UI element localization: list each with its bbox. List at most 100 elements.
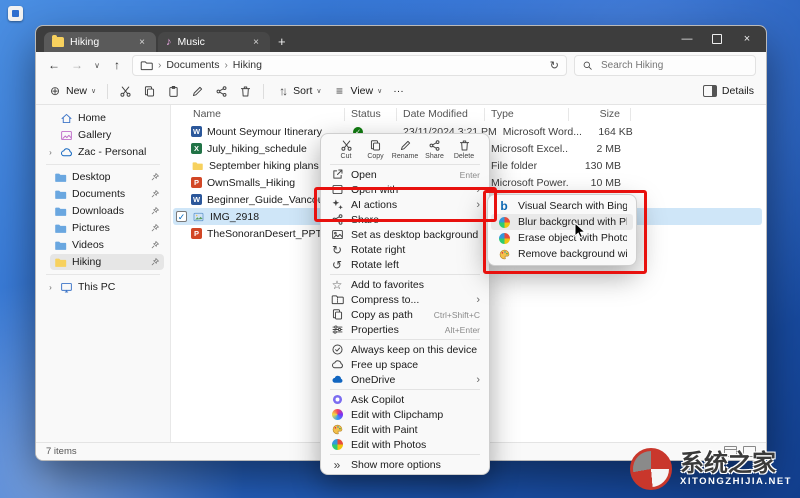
pin-icon xyxy=(150,240,160,250)
menu-item-compress-to[interactable]: Compress to... xyxy=(321,292,489,307)
open-icon xyxy=(331,168,344,181)
rename-icon[interactable] xyxy=(191,85,204,98)
checked-checkbox[interactable] xyxy=(176,211,187,222)
maximize-button[interactable] xyxy=(702,29,732,49)
tab-label: Music xyxy=(178,36,245,48)
rename-button[interactable]: Rename xyxy=(392,139,418,160)
this-pc-icon xyxy=(60,281,73,294)
cut-icon[interactable] xyxy=(119,85,132,98)
watermark: 系统之家 XITONGZHIJIA.NET xyxy=(630,448,792,490)
sidebar-item-videos[interactable]: Videos xyxy=(50,237,164,253)
photos-icon xyxy=(332,439,343,450)
menu-divider xyxy=(330,389,480,390)
tab-label: Hiking xyxy=(70,36,130,48)
column-type[interactable]: Type xyxy=(485,108,569,121)
wallpaper-icon xyxy=(331,228,344,241)
new-button[interactable]: ⊕ New ∨ xyxy=(48,84,96,98)
up-button[interactable]: ↑ xyxy=(109,58,125,72)
menu-item-copy-as-path[interactable]: Copy as path Ctrl+Shift+C xyxy=(321,307,489,322)
tab-close-icon[interactable]: × xyxy=(250,37,262,48)
watermark-subtitle: XITONGZHIJIA.NET xyxy=(680,477,792,487)
copilot-icon xyxy=(331,393,344,406)
expand-chevron-icon[interactable]: › xyxy=(46,283,55,292)
breadcrumb-separator-icon xyxy=(158,59,161,71)
column-date-modified[interactable]: Date Modified xyxy=(397,108,485,121)
menu-item-edit-with-photos[interactable]: Edit with Photos xyxy=(321,437,489,452)
sidebar-item-downloads[interactable]: Downloads xyxy=(50,203,164,219)
share-button[interactable]: Share xyxy=(422,139,448,160)
pin-icon xyxy=(150,189,160,199)
sidebar-item-documents[interactable]: Documents xyxy=(50,186,164,202)
cut-button[interactable]: Cut xyxy=(333,139,359,160)
history-chevron-icon[interactable]: ∨ xyxy=(92,61,102,70)
sidebar-item-gallery[interactable]: Gallery xyxy=(42,127,164,143)
watermark-title: 系统之家 xyxy=(680,451,792,476)
menu-item-properties[interactable]: Properties Alt+Enter xyxy=(321,322,489,337)
menu-item-set-as-desktop-background[interactable]: Set as desktop background xyxy=(321,227,489,242)
tab-close-icon[interactable]: × xyxy=(136,37,148,48)
view-button[interactable]: ≡ View ∨ xyxy=(333,84,383,98)
tab-music[interactable]: ♪ Music × xyxy=(158,32,270,52)
menu-item-always-keep-on-device[interactable]: Always keep on this device xyxy=(321,342,489,357)
copy-icon[interactable] xyxy=(143,85,156,98)
sidebar-item-desktop[interactable]: Desktop xyxy=(50,169,164,185)
search-input[interactable] xyxy=(599,59,749,72)
sidebar-item-onedrive-personal[interactable]: › Zac - Personal xyxy=(42,144,164,160)
column-name[interactable]: Name xyxy=(173,108,345,121)
address-bar[interactable]: Documents Hiking ↻ xyxy=(132,55,567,76)
forward-button[interactable]: → xyxy=(69,58,85,72)
annotation-box-ai-actions xyxy=(314,187,497,222)
sidebar-item-pictures[interactable]: Pictures xyxy=(50,220,164,236)
music-note-icon: ♪ xyxy=(166,36,172,48)
menu-item-edit-with-clipchamp[interactable]: Edit with Clipchamp xyxy=(321,407,489,422)
menu-item-ask-copilot[interactable]: Ask Copilot xyxy=(321,392,489,407)
breadcrumb-hiking[interactable]: Hiking xyxy=(233,59,262,71)
menu-item-add-to-favorites[interactable]: ☆ Add to favorites xyxy=(321,277,489,292)
menu-item-onedrive[interactable]: OneDrive xyxy=(321,372,489,387)
back-button[interactable]: ← xyxy=(46,58,62,72)
toolbar-divider xyxy=(263,84,264,99)
onedrive-cloud-icon xyxy=(331,373,344,386)
cut-icon xyxy=(340,139,353,152)
paste-icon[interactable] xyxy=(167,85,180,98)
mouse-cursor xyxy=(574,222,586,239)
column-size[interactable]: Size xyxy=(569,108,631,121)
desktop-shortcut-icon[interactable] xyxy=(8,6,23,21)
close-button[interactable]: × xyxy=(732,29,762,49)
expand-chevron-icon[interactable]: › xyxy=(46,148,55,157)
menu-divider xyxy=(330,164,480,165)
annotation-box-submenu xyxy=(483,190,647,274)
menu-item-free-up-space[interactable]: Free up space xyxy=(321,357,489,372)
sort-button[interactable]: ↑↓ Sort ∨ xyxy=(275,84,321,98)
home-icon xyxy=(60,112,73,125)
pictures-icon xyxy=(54,222,67,235)
menu-item-open[interactable]: Open Enter xyxy=(321,167,489,182)
delete-icon[interactable] xyxy=(239,85,252,98)
delete-button[interactable]: Delete xyxy=(451,139,477,160)
details-pane-button[interactable]: Details xyxy=(703,85,754,97)
share-icon[interactable] xyxy=(215,85,228,98)
minimize-button[interactable]: — xyxy=(672,29,702,49)
breadcrumb-documents[interactable]: Documents xyxy=(166,59,219,71)
sidebar-item-hiking[interactable]: Hiking xyxy=(50,254,164,270)
sidebar-item-home[interactable]: Home xyxy=(42,110,164,126)
sidebar-item-this-pc[interactable]: › This PC xyxy=(42,279,164,295)
new-tab-button[interactable]: + xyxy=(278,34,286,49)
menu-item-show-more-options[interactable]: » Show more options xyxy=(321,457,489,472)
menu-item-rotate-right[interactable]: ↻ Rotate right xyxy=(321,242,489,257)
more-options-button[interactable]: ··· xyxy=(393,85,404,97)
context-menu: Cut Copy Rename Share Delete Open Enter … xyxy=(320,133,490,475)
photo-file-icon xyxy=(192,211,205,223)
folder-icon xyxy=(52,37,64,47)
sidebar-divider xyxy=(46,274,160,275)
tab-hiking[interactable]: Hiking × xyxy=(44,32,156,52)
menu-item-edit-with-paint[interactable]: Edit with Paint xyxy=(321,422,489,437)
search-box[interactable] xyxy=(574,55,756,76)
window-controls: — × xyxy=(672,29,762,49)
column-status[interactable]: Status xyxy=(345,108,397,121)
menu-item-rotate-left[interactable]: ↺ Rotate left xyxy=(321,257,489,272)
menu-divider xyxy=(330,339,480,340)
refresh-icon[interactable]: ↻ xyxy=(550,59,559,72)
copy-button[interactable]: Copy xyxy=(363,139,389,160)
free-up-space-cloud-icon xyxy=(331,358,344,371)
